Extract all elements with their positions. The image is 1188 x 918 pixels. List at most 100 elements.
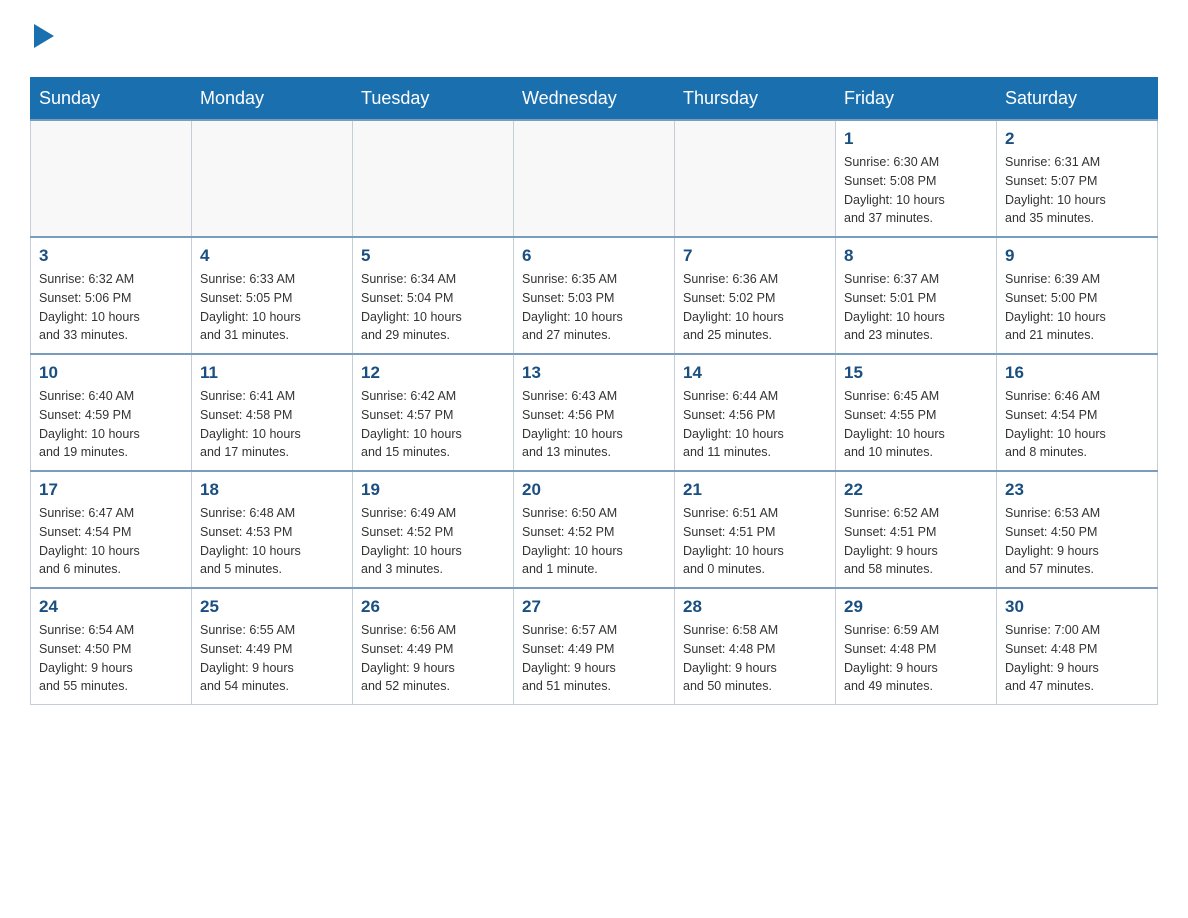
day-number: 4 (200, 246, 344, 266)
calendar-cell: 10 Sunrise: 6:40 AM Sunset: 4:59 PM Dayli… (31, 354, 192, 471)
calendar-cell: 2 Sunrise: 6:31 AM Sunset: 5:07 PM Daylig… (997, 120, 1158, 237)
weekday-header-monday: Monday (192, 78, 353, 121)
calendar-cell (353, 120, 514, 237)
calendar-cell: 4 Sunrise: 6:33 AM Sunset: 5:05 PM Daylig… (192, 237, 353, 354)
calendar-cell: 19Sunrise: 6:49 AM Sunset: 4:52 PM Dayli… (353, 471, 514, 588)
day-info: Sunrise: 6:57 AM Sunset: 4:49 PM Dayligh… (522, 621, 666, 696)
calendar-table: SundayMondayTuesdayWednesdayThursdayFrid… (30, 77, 1158, 705)
day-info: Sunrise: 6:48 AM Sunset: 4:53 PM Dayligh… (200, 504, 344, 579)
day-info: Sunrise: 6:31 AM Sunset: 5:07 PM Dayligh… (1005, 153, 1149, 228)
day-number: 9 (1005, 246, 1149, 266)
day-number: 1 (844, 129, 988, 149)
calendar-cell: 11 Sunrise: 6:41 AM Sunset: 4:58 PM Dayli… (192, 354, 353, 471)
day-info: Sunrise: 6:32 AM Sunset: 5:06 PM Dayligh… (39, 270, 183, 345)
day-number: 29 (844, 597, 988, 617)
day-info: Sunrise: 6:47 AM Sunset: 4:54 PM Dayligh… (39, 504, 183, 579)
day-number: 3 (39, 246, 183, 266)
calendar-cell: 22 Sunrise: 6:52 AM Sunset: 4:51 PM Dayli… (836, 471, 997, 588)
calendar-row-2: 10 Sunrise: 6:40 AM Sunset: 4:59 PM Dayli… (31, 354, 1158, 471)
calendar-row-3: 17Sunrise: 6:47 AM Sunset: 4:54 PM Dayli… (31, 471, 1158, 588)
day-number: 18 (200, 480, 344, 500)
calendar-cell: 15Sunrise: 6:45 AM Sunset: 4:55 PM Dayli… (836, 354, 997, 471)
weekday-header-friday: Friday (836, 78, 997, 121)
calendar-cell: 1 Sunrise: 6:30 AM Sunset: 5:08 PM Daylig… (836, 120, 997, 237)
calendar-cell: 24 Sunrise: 6:54 AM Sunset: 4:50 PM Dayli… (31, 588, 192, 705)
calendar-cell: 28 Sunrise: 6:58 AM Sunset: 4:48 PM Dayli… (675, 588, 836, 705)
weekday-header-tuesday: Tuesday (353, 78, 514, 121)
calendar-cell: 8 Sunrise: 6:37 AM Sunset: 5:01 PM Daylig… (836, 237, 997, 354)
calendar-cell: 12Sunrise: 6:42 AM Sunset: 4:57 PM Dayli… (353, 354, 514, 471)
day-info: Sunrise: 6:59 AM Sunset: 4:48 PM Dayligh… (844, 621, 988, 696)
day-info: Sunrise: 6:56 AM Sunset: 4:49 PM Dayligh… (361, 621, 505, 696)
day-number: 20 (522, 480, 666, 500)
calendar-cell: 18 Sunrise: 6:48 AM Sunset: 4:53 PM Dayli… (192, 471, 353, 588)
logo-triangle-icon (30, 20, 58, 52)
calendar-cell: 29 Sunrise: 6:59 AM Sunset: 4:48 PM Dayli… (836, 588, 997, 705)
day-number: 7 (683, 246, 827, 266)
calendar-cell: 20 Sunrise: 6:50 AM Sunset: 4:52 PM Dayli… (514, 471, 675, 588)
weekday-header-saturday: Saturday (997, 78, 1158, 121)
calendar-row-1: 3 Sunrise: 6:32 AM Sunset: 5:06 PM Daylig… (31, 237, 1158, 354)
day-info: Sunrise: 6:43 AM Sunset: 4:56 PM Dayligh… (522, 387, 666, 462)
day-info: Sunrise: 6:35 AM Sunset: 5:03 PM Dayligh… (522, 270, 666, 345)
calendar-cell: 13Sunrise: 6:43 AM Sunset: 4:56 PM Dayli… (514, 354, 675, 471)
calendar-cell: 21Sunrise: 6:51 AM Sunset: 4:51 PM Dayli… (675, 471, 836, 588)
day-number: 11 (200, 363, 344, 383)
day-number: 25 (200, 597, 344, 617)
calendar-cell: 7 Sunrise: 6:36 AM Sunset: 5:02 PM Daylig… (675, 237, 836, 354)
logo (30, 20, 58, 57)
calendar-cell: 27 Sunrise: 6:57 AM Sunset: 4:49 PM Dayli… (514, 588, 675, 705)
day-number: 2 (1005, 129, 1149, 149)
day-info: Sunrise: 6:36 AM Sunset: 5:02 PM Dayligh… (683, 270, 827, 345)
day-info: Sunrise: 6:33 AM Sunset: 5:05 PM Dayligh… (200, 270, 344, 345)
day-number: 8 (844, 246, 988, 266)
day-info: Sunrise: 6:54 AM Sunset: 4:50 PM Dayligh… (39, 621, 183, 696)
weekday-header-sunday: Sunday (31, 78, 192, 121)
day-info: Sunrise: 6:52 AM Sunset: 4:51 PM Dayligh… (844, 504, 988, 579)
page-header (30, 20, 1158, 57)
day-number: 6 (522, 246, 666, 266)
calendar-row-0: 1 Sunrise: 6:30 AM Sunset: 5:08 PM Daylig… (31, 120, 1158, 237)
day-number: 21 (683, 480, 827, 500)
calendar-cell: 14 Sunrise: 6:44 AM Sunset: 4:56 PM Dayli… (675, 354, 836, 471)
day-info: Sunrise: 6:40 AM Sunset: 4:59 PM Dayligh… (39, 387, 183, 462)
calendar-cell (675, 120, 836, 237)
day-info: Sunrise: 6:41 AM Sunset: 4:58 PM Dayligh… (200, 387, 344, 462)
calendar-cell (192, 120, 353, 237)
day-info: Sunrise: 6:44 AM Sunset: 4:56 PM Dayligh… (683, 387, 827, 462)
day-number: 26 (361, 597, 505, 617)
calendar-cell: 30 Sunrise: 7:00 AM Sunset: 4:48 PM Dayli… (997, 588, 1158, 705)
calendar-cell (514, 120, 675, 237)
calendar-cell: 23 Sunrise: 6:53 AM Sunset: 4:50 PM Dayli… (997, 471, 1158, 588)
calendar-cell: 5Sunrise: 6:34 AM Sunset: 5:04 PM Daylig… (353, 237, 514, 354)
day-number: 5 (361, 246, 505, 266)
day-number: 15 (844, 363, 988, 383)
day-info: Sunrise: 7:00 AM Sunset: 4:48 PM Dayligh… (1005, 621, 1149, 696)
day-info: Sunrise: 6:55 AM Sunset: 4:49 PM Dayligh… (200, 621, 344, 696)
day-info: Sunrise: 6:37 AM Sunset: 5:01 PM Dayligh… (844, 270, 988, 345)
day-info: Sunrise: 6:50 AM Sunset: 4:52 PM Dayligh… (522, 504, 666, 579)
day-number: 10 (39, 363, 183, 383)
day-info: Sunrise: 6:53 AM Sunset: 4:50 PM Dayligh… (1005, 504, 1149, 579)
weekday-header-row: SundayMondayTuesdayWednesdayThursdayFrid… (31, 78, 1158, 121)
calendar-cell: 26 Sunrise: 6:56 AM Sunset: 4:49 PM Dayli… (353, 588, 514, 705)
day-info: Sunrise: 6:30 AM Sunset: 5:08 PM Dayligh… (844, 153, 988, 228)
calendar-cell: 3 Sunrise: 6:32 AM Sunset: 5:06 PM Daylig… (31, 237, 192, 354)
day-info: Sunrise: 6:49 AM Sunset: 4:52 PM Dayligh… (361, 504, 505, 579)
day-number: 28 (683, 597, 827, 617)
day-number: 24 (39, 597, 183, 617)
calendar-cell (31, 120, 192, 237)
day-info: Sunrise: 6:46 AM Sunset: 4:54 PM Dayligh… (1005, 387, 1149, 462)
calendar-cell: 16Sunrise: 6:46 AM Sunset: 4:54 PM Dayli… (997, 354, 1158, 471)
day-number: 22 (844, 480, 988, 500)
day-number: 30 (1005, 597, 1149, 617)
day-number: 14 (683, 363, 827, 383)
day-number: 12 (361, 363, 505, 383)
day-info: Sunrise: 6:58 AM Sunset: 4:48 PM Dayligh… (683, 621, 827, 696)
calendar-cell: 6 Sunrise: 6:35 AM Sunset: 5:03 PM Daylig… (514, 237, 675, 354)
day-number: 27 (522, 597, 666, 617)
weekday-header-thursday: Thursday (675, 78, 836, 121)
calendar-cell: 25 Sunrise: 6:55 AM Sunset: 4:49 PM Dayli… (192, 588, 353, 705)
day-number: 23 (1005, 480, 1149, 500)
day-info: Sunrise: 6:39 AM Sunset: 5:00 PM Dayligh… (1005, 270, 1149, 345)
